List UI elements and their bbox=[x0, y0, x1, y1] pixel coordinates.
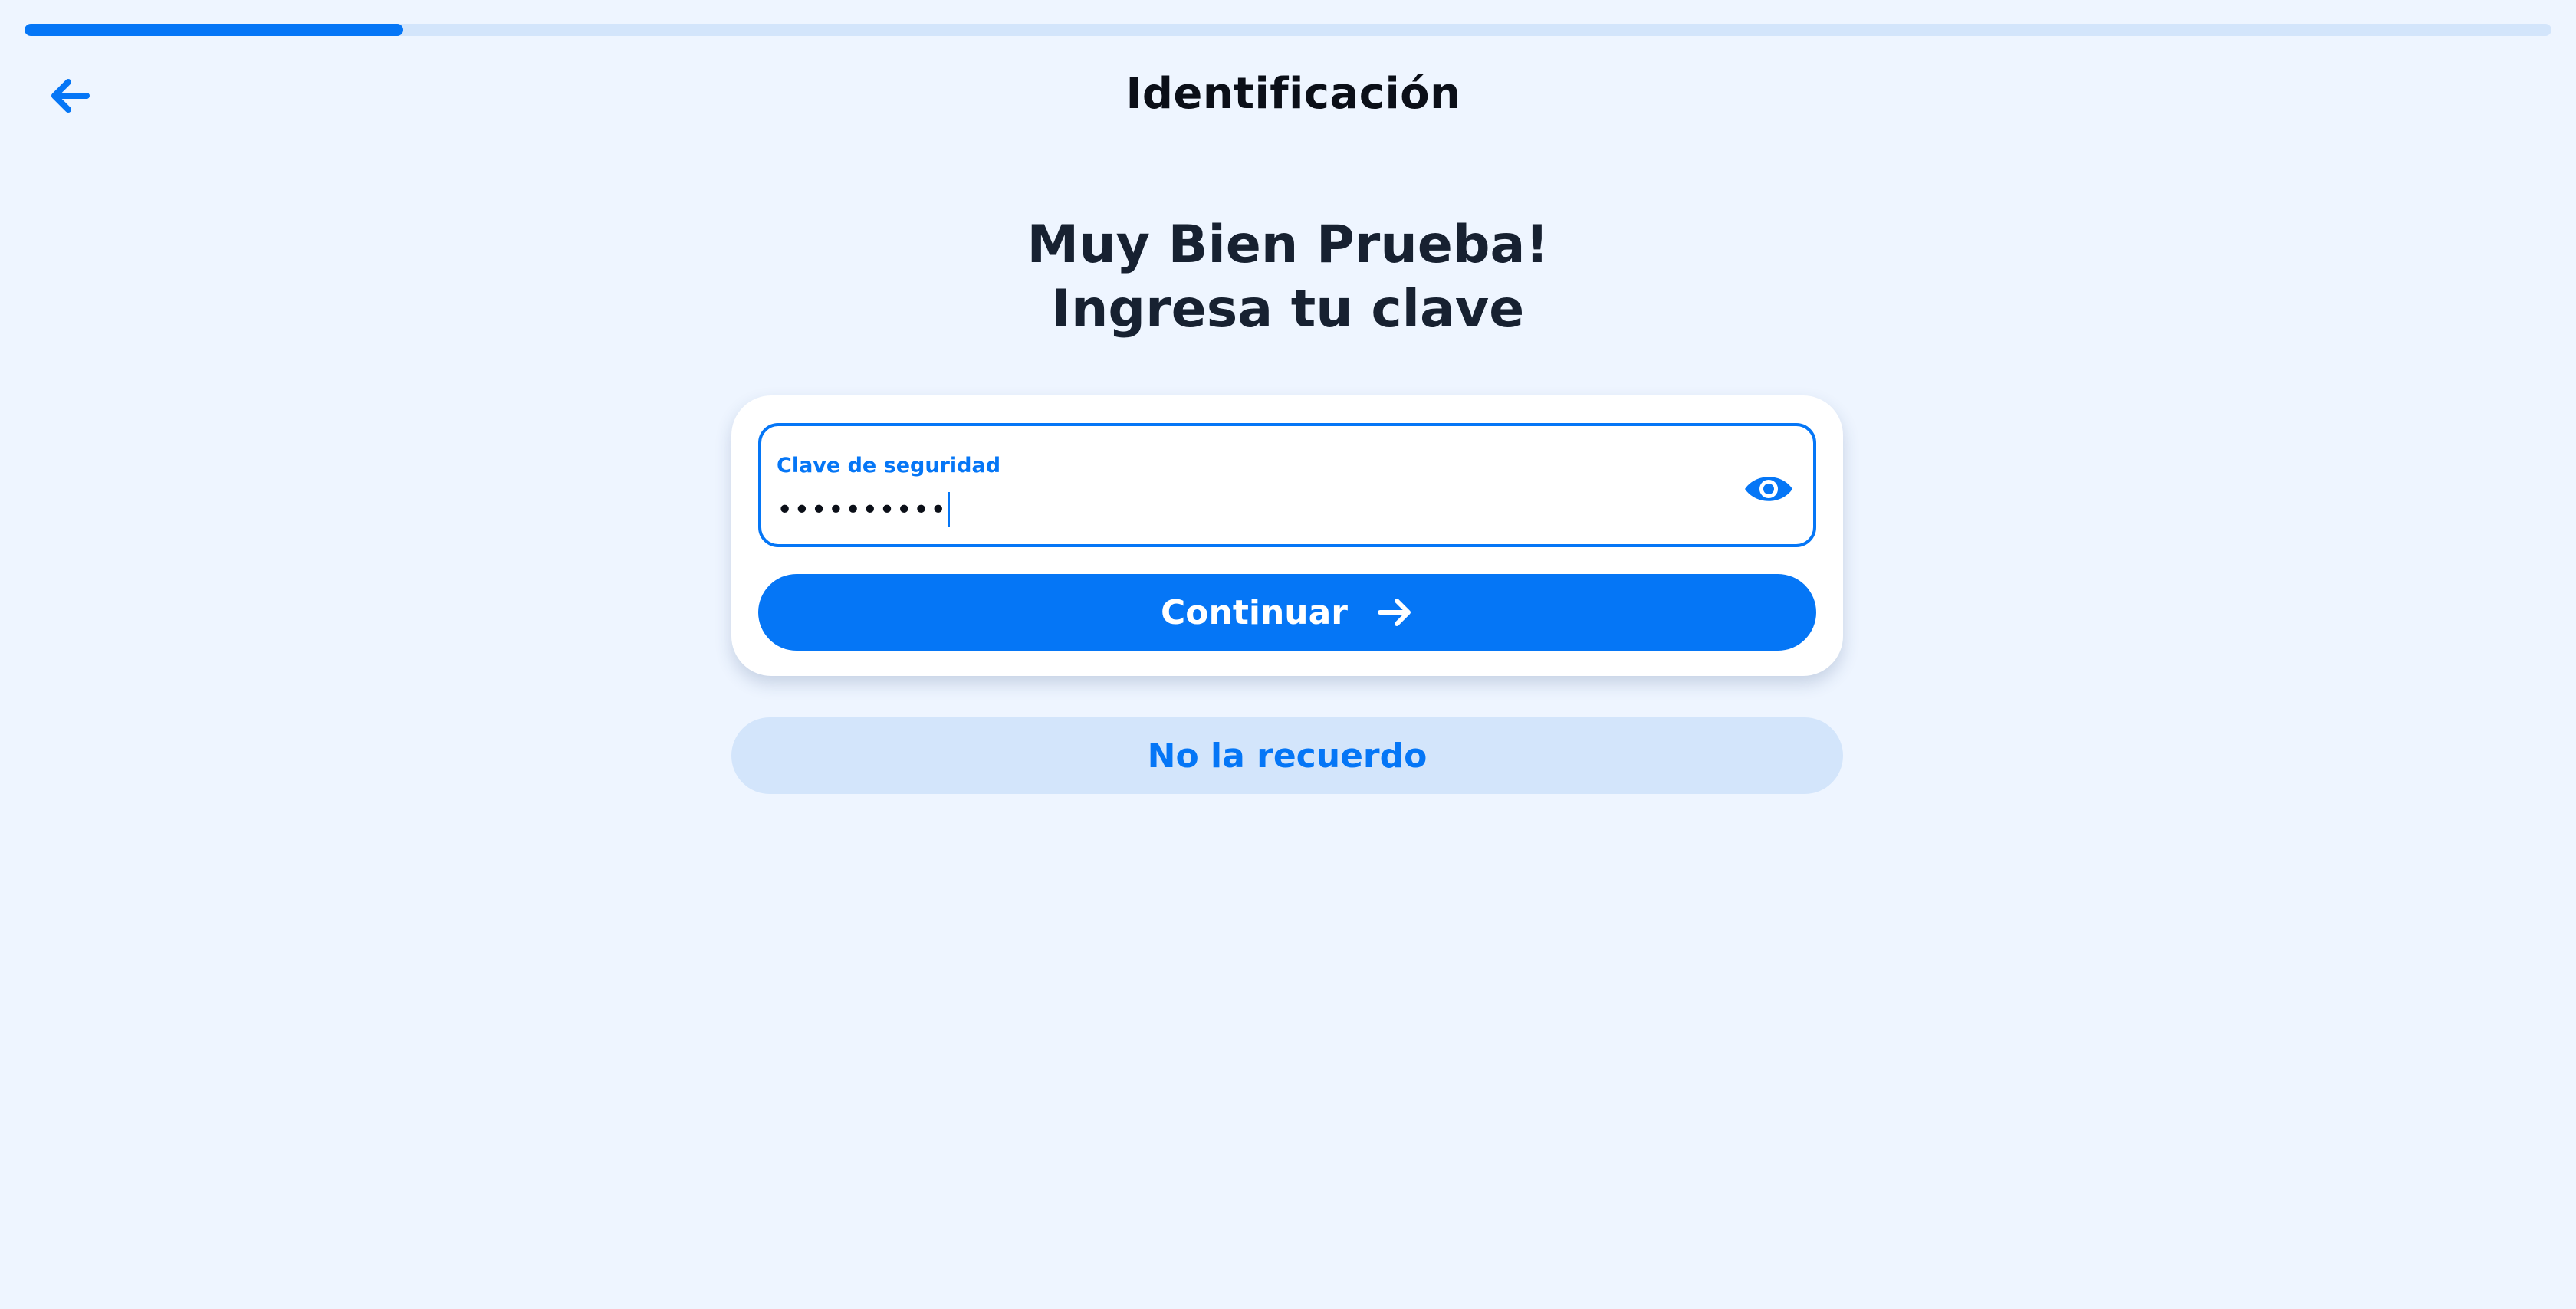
page-title: Identificación bbox=[1125, 69, 1461, 119]
arrow-right-icon bbox=[1378, 599, 1411, 626]
password-card: Clave de seguridad •••••••••• Continuar bbox=[731, 395, 1843, 676]
password-input[interactable]: •••••••••• bbox=[777, 490, 951, 529]
progress-bar bbox=[25, 24, 2551, 36]
show-password-button[interactable] bbox=[1738, 464, 1799, 513]
greeting-line: Muy Bien Prueba! bbox=[1027, 215, 1549, 275]
eye-icon bbox=[1745, 477, 1792, 501]
login-page: Identificación Muy Bien Prueba! Ingresa … bbox=[0, 0, 2576, 1309]
password-masked-value: •••••••••• bbox=[777, 494, 948, 526]
continue-button-label: Continuar bbox=[1161, 592, 1348, 632]
progress-bar-fill bbox=[25, 24, 404, 36]
greeting-heading: Muy Bien Prueba! Ingresa tu clave bbox=[0, 213, 2576, 342]
text-caret bbox=[948, 492, 951, 527]
continue-button[interactable]: Continuar bbox=[758, 574, 1816, 651]
instruction-line: Ingresa tu clave bbox=[1051, 279, 1525, 340]
password-field-label: Clave de seguridad bbox=[777, 454, 1001, 477]
forgot-password-label: No la recuerdo bbox=[1147, 736, 1428, 776]
forgot-password-button[interactable]: No la recuerdo bbox=[731, 717, 1843, 794]
password-field[interactable]: Clave de seguridad •••••••••• bbox=[758, 423, 1816, 547]
